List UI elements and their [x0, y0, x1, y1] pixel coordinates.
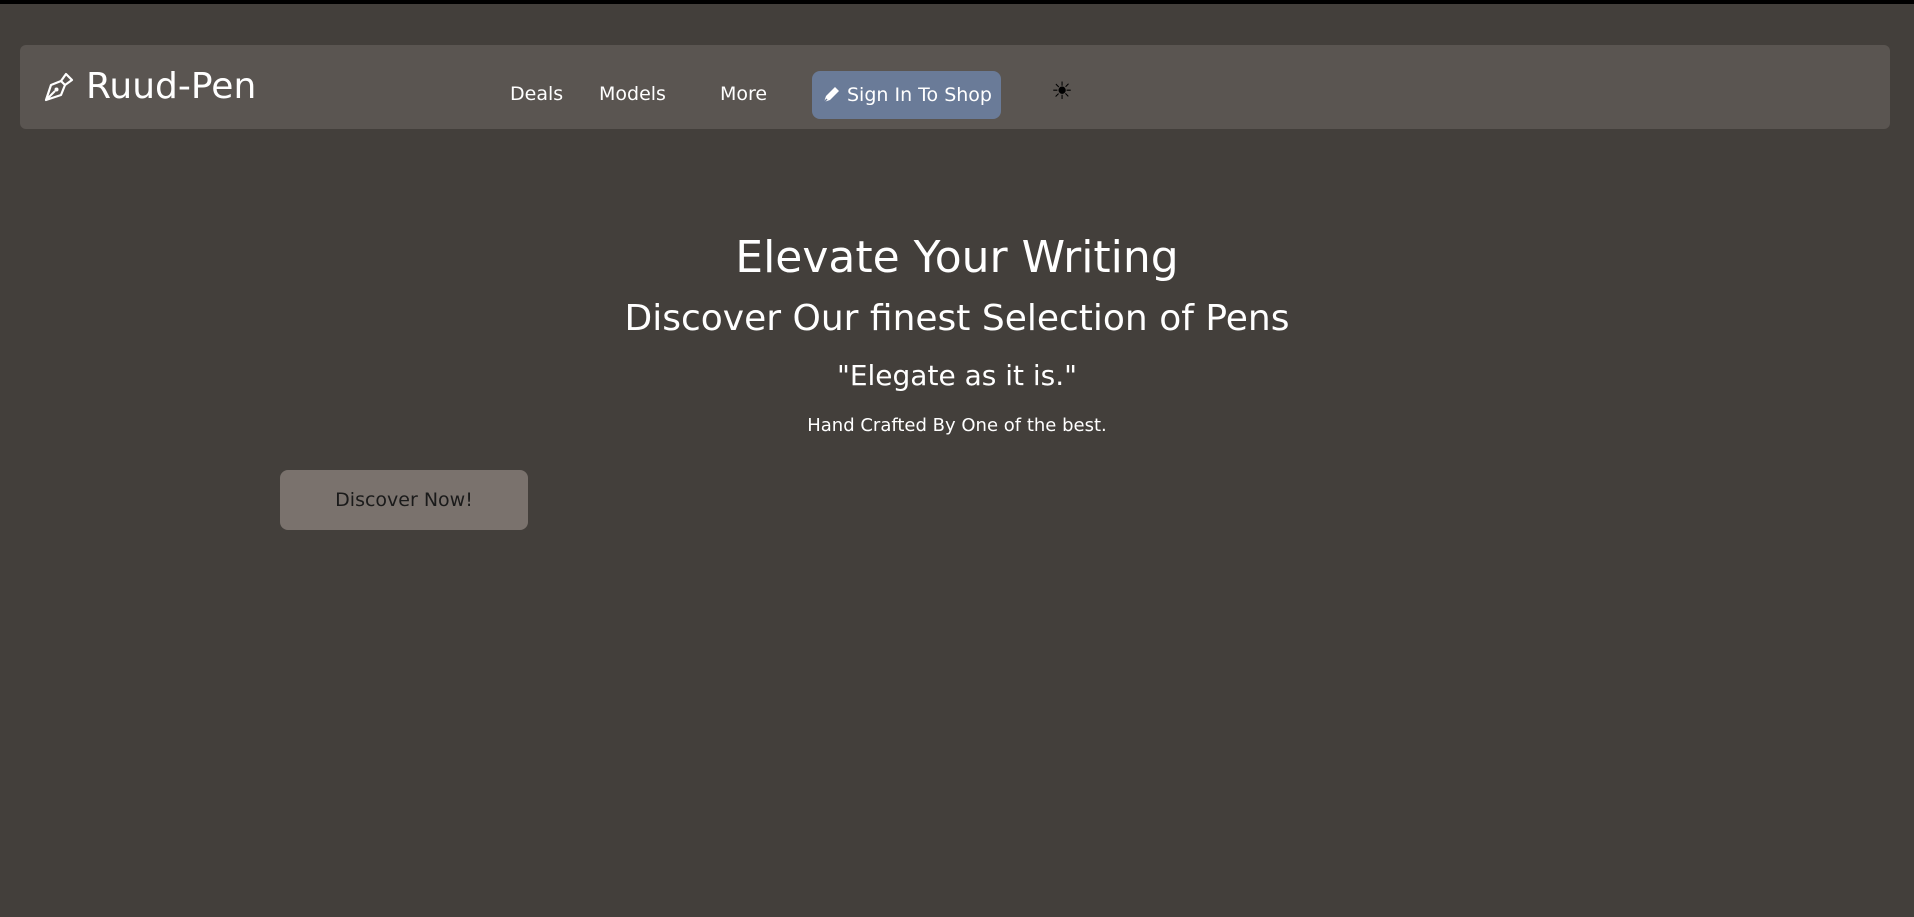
hero-title: Elevate Your Writing	[735, 232, 1179, 283]
nav-link-models[interactable]: Models	[599, 83, 666, 105]
top-edge	[0, 0, 1914, 4]
hero-quote: "Elegate as it is."	[836, 359, 1078, 392]
navbar: Ruud-Pen Deals Models More Sign In To Sh…	[20, 45, 1890, 129]
sign-in-label: Sign In To Shop	[847, 84, 992, 106]
brand-name: Ruud-Pen	[86, 66, 257, 107]
fountain-pen-icon	[42, 70, 76, 104]
sign-in-button[interactable]: Sign In To Shop	[812, 71, 1001, 119]
nav-link-deals[interactable]: Deals	[510, 83, 563, 105]
hero-tagline: Hand Crafted By One of the best.	[807, 415, 1107, 436]
sun-icon[interactable]: ☀	[1046, 75, 1078, 107]
hero-subtitle: Discover Our finest Selection of Pens	[624, 298, 1290, 339]
nav-link-more[interactable]: More	[720, 83, 767, 105]
pen-icon	[821, 85, 841, 105]
discover-now-button[interactable]: Discover Now!	[280, 470, 528, 530]
brand-link[interactable]: Ruud-Pen	[42, 67, 256, 107]
